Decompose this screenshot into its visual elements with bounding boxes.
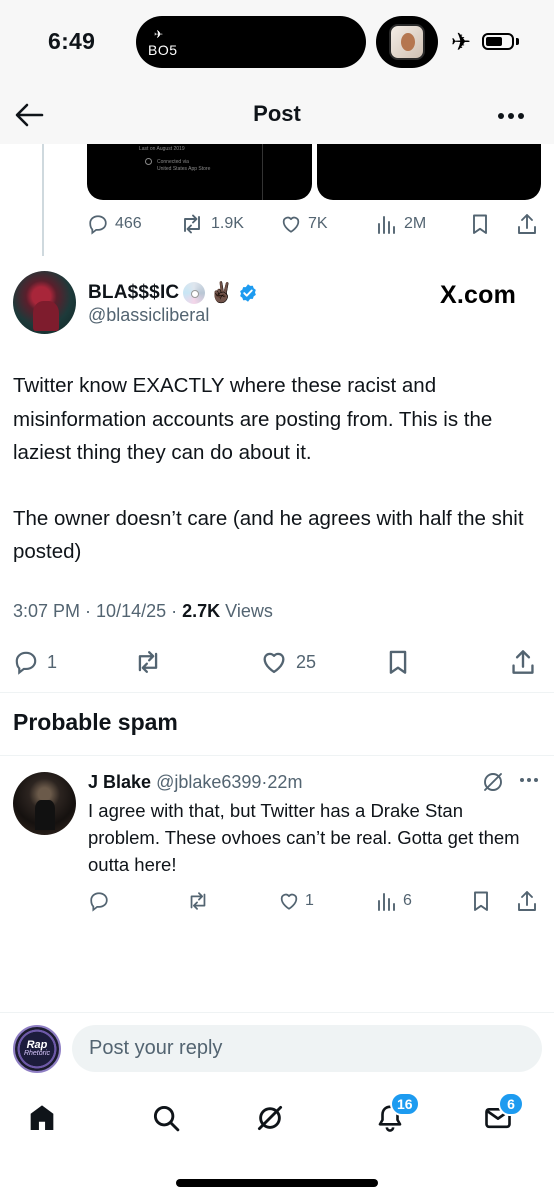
bottom-tab-bar: 16 6 xyxy=(0,1090,554,1150)
post-text: Twitter know EXACTLY where these racist … xyxy=(13,369,541,569)
like-button[interactable]: 7K xyxy=(280,208,328,240)
like-button[interactable]: 25 xyxy=(260,646,316,678)
share-button[interactable] xyxy=(516,208,538,240)
tab-notifications[interactable]: 16 xyxy=(370,1092,420,1138)
views-button[interactable]: 2M xyxy=(376,208,426,240)
reply-time[interactable]: 22m xyxy=(267,772,302,792)
previous-post-media-right[interactable] xyxy=(317,144,541,200)
previous-post-actions: 466 1.9K 7K 2M xyxy=(87,208,541,240)
author-handle[interactable]: @blassicliberal xyxy=(88,305,209,326)
repost-button[interactable]: 1.9K xyxy=(179,208,244,240)
dynamic-island-flight-activity[interactable]: ✈ BO5 xyxy=(136,16,366,68)
share-icon xyxy=(518,891,536,911)
status-time: 6:49 xyxy=(48,28,96,54)
bookmark-icon xyxy=(473,214,487,234)
reply-more-icon[interactable] xyxy=(520,778,538,782)
airplane-mode-icon: ✈ xyxy=(451,29,472,56)
home-icon xyxy=(30,1105,54,1130)
tab-grok[interactable] xyxy=(250,1098,290,1138)
airplane-icon: ✈ xyxy=(154,29,164,41)
repost-icon xyxy=(190,892,206,910)
bookmark-button[interactable] xyxy=(470,208,490,240)
tab-search[interactable] xyxy=(146,1098,186,1138)
xcom-watermark-logo: X.com xyxy=(440,281,517,309)
bookmark-icon xyxy=(389,650,407,674)
bookmark-button[interactable] xyxy=(471,886,491,916)
verified-badge-icon[interactable] xyxy=(238,283,258,303)
post-text-paragraph-1: Twitter know EXACTLY where these racist … xyxy=(13,374,493,464)
views-chart-icon xyxy=(378,216,395,234)
cd-disc-icon xyxy=(183,281,206,304)
bookmark-icon xyxy=(474,891,488,911)
reply-button[interactable] xyxy=(88,886,110,916)
post-date[interactable]: 10/14/25 xyxy=(96,601,166,621)
share-icon xyxy=(512,650,534,674)
share-button[interactable] xyxy=(516,886,538,916)
probable-spam-heading[interactable]: Probable spam xyxy=(13,709,178,736)
nav-bar: Post xyxy=(0,86,554,144)
repost-icon xyxy=(184,214,200,234)
heart-icon xyxy=(263,652,285,674)
reply-header: J Blake @jblake6399·22m xyxy=(88,772,303,792)
reply-button[interactable]: 1 xyxy=(13,646,57,678)
dynamic-island-app-activity[interactable] xyxy=(376,16,438,68)
reply-text: I agree with that, but Twitter has a Dra… xyxy=(88,800,520,875)
peace-sign-emoji: ✌🏿 xyxy=(209,282,235,304)
thread-connector-line xyxy=(42,144,44,256)
views-label: Views xyxy=(225,601,273,621)
repost-button[interactable] xyxy=(186,886,210,916)
bookmark-button[interactable] xyxy=(386,646,410,678)
views-chart-icon xyxy=(378,893,395,911)
reply-author-name[interactable]: J Blake xyxy=(88,772,151,792)
reply-author-handle[interactable]: @jblake6399 xyxy=(156,772,261,792)
reply-author-avatar[interactable] xyxy=(13,772,76,835)
heart-icon xyxy=(280,893,298,910)
status-bar: 6:49 ✈ BO5 ✈ xyxy=(0,0,554,86)
repost-button[interactable] xyxy=(133,646,163,678)
grok-icon[interactable] xyxy=(482,771,504,793)
share-button[interactable] xyxy=(510,646,536,678)
reply-icon xyxy=(89,215,107,235)
reply-icon xyxy=(90,892,108,912)
author-name: BLA$$$IC xyxy=(88,281,180,303)
post-time[interactable]: 3:07 PM xyxy=(13,601,80,621)
flight-number: BO5 xyxy=(148,42,178,58)
more-options-icon[interactable] xyxy=(498,113,524,119)
repost-icon xyxy=(138,651,158,673)
battery-icon xyxy=(482,33,514,50)
post-metadata: 3:07 PM · 10/14/25 · 2.7K Views xyxy=(13,601,273,621)
share-icon xyxy=(518,214,536,234)
search-icon xyxy=(153,1105,180,1132)
clock-icon xyxy=(145,158,152,165)
page-title: Post xyxy=(253,101,301,126)
app-activity-icon xyxy=(389,24,425,60)
home-indicator[interactable] xyxy=(176,1179,378,1187)
reply-button[interactable]: 466 xyxy=(87,208,142,240)
reply-actions: 1 6 xyxy=(88,886,540,916)
post-text-paragraph-2: The owner doesn’t care (and he agrees wi… xyxy=(13,506,524,564)
main-post-actions: 1 25 xyxy=(13,646,541,678)
views-count[interactable]: 2.7K xyxy=(182,601,220,621)
messages-badge: 6 xyxy=(498,1092,524,1116)
tab-home[interactable] xyxy=(22,1098,62,1138)
like-button[interactable]: 1 xyxy=(278,886,314,916)
reply-icon xyxy=(15,651,37,675)
reply-input[interactable] xyxy=(72,1025,542,1072)
previous-post-media-left[interactable]: Last on August 2019 Connected via United… xyxy=(87,144,312,200)
author-avatar[interactable] xyxy=(13,271,76,334)
notifications-badge: 16 xyxy=(390,1092,420,1116)
views-button[interactable]: 6 xyxy=(376,886,412,916)
grok-icon xyxy=(257,1105,283,1131)
heart-icon xyxy=(282,216,300,233)
tab-messages[interactable]: 6 xyxy=(478,1092,524,1138)
current-user-avatar[interactable]: Rap Rhetoric xyxy=(13,1025,61,1073)
author-name-row[interactable]: BLA$$$IC ✌🏿 xyxy=(88,280,258,305)
